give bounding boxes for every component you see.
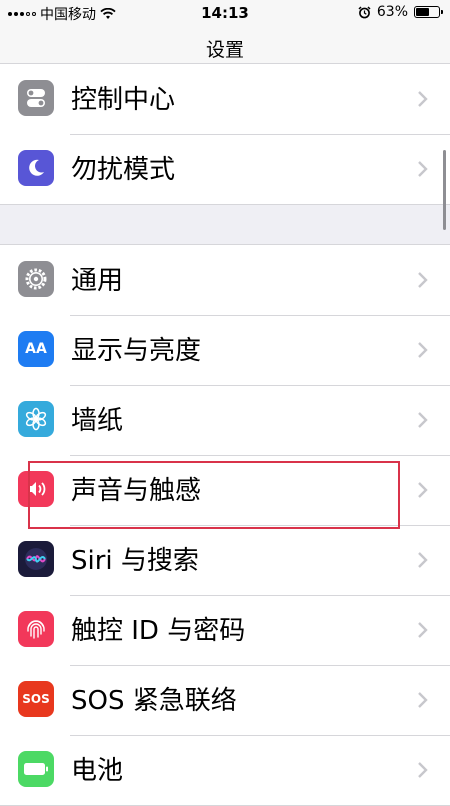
settings-row-label: 显示与亮度 xyxy=(71,336,202,366)
settings-row-do-not-disturb[interactable]: 勿扰模式 xyxy=(0,134,450,204)
chevron-right-icon xyxy=(418,552,428,568)
chevron-right-icon xyxy=(418,622,428,638)
settings-row-label: 墙纸 xyxy=(71,406,124,436)
settings-row-label: 声音与触感 xyxy=(71,476,202,506)
chevron-right-icon xyxy=(418,762,428,778)
settings-row-touch-id-passcode[interactable]: 触控 ID 与密码 xyxy=(0,595,450,665)
scrollbar[interactable] xyxy=(443,150,446,230)
sos-icon: SOS xyxy=(18,681,54,717)
gear-icon xyxy=(18,261,54,297)
status-bar: 中国移动 14:13 63% xyxy=(0,0,450,26)
alarm-clock-icon xyxy=(358,5,371,18)
settings-row-label: Siri 与搜索 xyxy=(71,546,199,576)
chevron-right-icon xyxy=(418,161,428,177)
battery-percent: 63% xyxy=(376,4,408,20)
fingerprint-icon xyxy=(18,611,54,647)
settings-group-1: 控制中心 勿扰模式 xyxy=(0,63,450,205)
siri-icon xyxy=(18,541,54,577)
chevron-right-icon xyxy=(418,91,428,107)
settings-row-display-brightness[interactable]: AA 显示与亮度 xyxy=(0,315,450,385)
page-title: 设置 xyxy=(205,39,244,61)
settings-row-label: 勿扰模式 xyxy=(71,155,176,185)
chevron-right-icon xyxy=(418,412,428,428)
settings-row-label: 电池 xyxy=(71,756,124,786)
battery-icon xyxy=(18,751,54,787)
battery-status-icon xyxy=(414,6,443,18)
settings-row-control-center[interactable]: 控制中心 xyxy=(0,64,450,134)
settings-row-wallpaper[interactable]: 墙纸 xyxy=(0,385,450,455)
settings-row-general[interactable]: 通用 xyxy=(0,245,450,315)
settings-row-label: SOS 紧急联络 xyxy=(71,686,237,716)
settings-row-emergency-sos[interactable]: SOS SOS 紧急联络 xyxy=(0,665,450,735)
wallpaper-flower-icon xyxy=(18,401,54,437)
moon-icon xyxy=(18,150,54,186)
settings-row-battery[interactable]: 电池 xyxy=(0,735,450,805)
chevron-right-icon xyxy=(418,342,428,358)
chevron-right-icon xyxy=(418,482,428,498)
chevron-right-icon xyxy=(418,272,428,288)
settings-row-label: 触控 ID 与密码 xyxy=(71,616,246,646)
display-aa-icon: AA xyxy=(18,331,54,367)
settings-row-label: 通用 xyxy=(71,266,124,296)
control-center-icon xyxy=(18,80,54,116)
settings-row-sounds-haptics[interactable]: 声音与触感 xyxy=(0,455,450,525)
settings-group-2: 通用 AA 显示与亮度 墙纸 声音与触感 Siri 与搜索 触控 ID 与密码 … xyxy=(0,244,450,806)
settings-row-label: 控制中心 xyxy=(71,85,176,115)
sound-speaker-icon xyxy=(18,471,54,507)
chevron-right-icon xyxy=(418,692,428,708)
settings-row-siri-search[interactable]: Siri 与搜索 xyxy=(0,525,450,595)
